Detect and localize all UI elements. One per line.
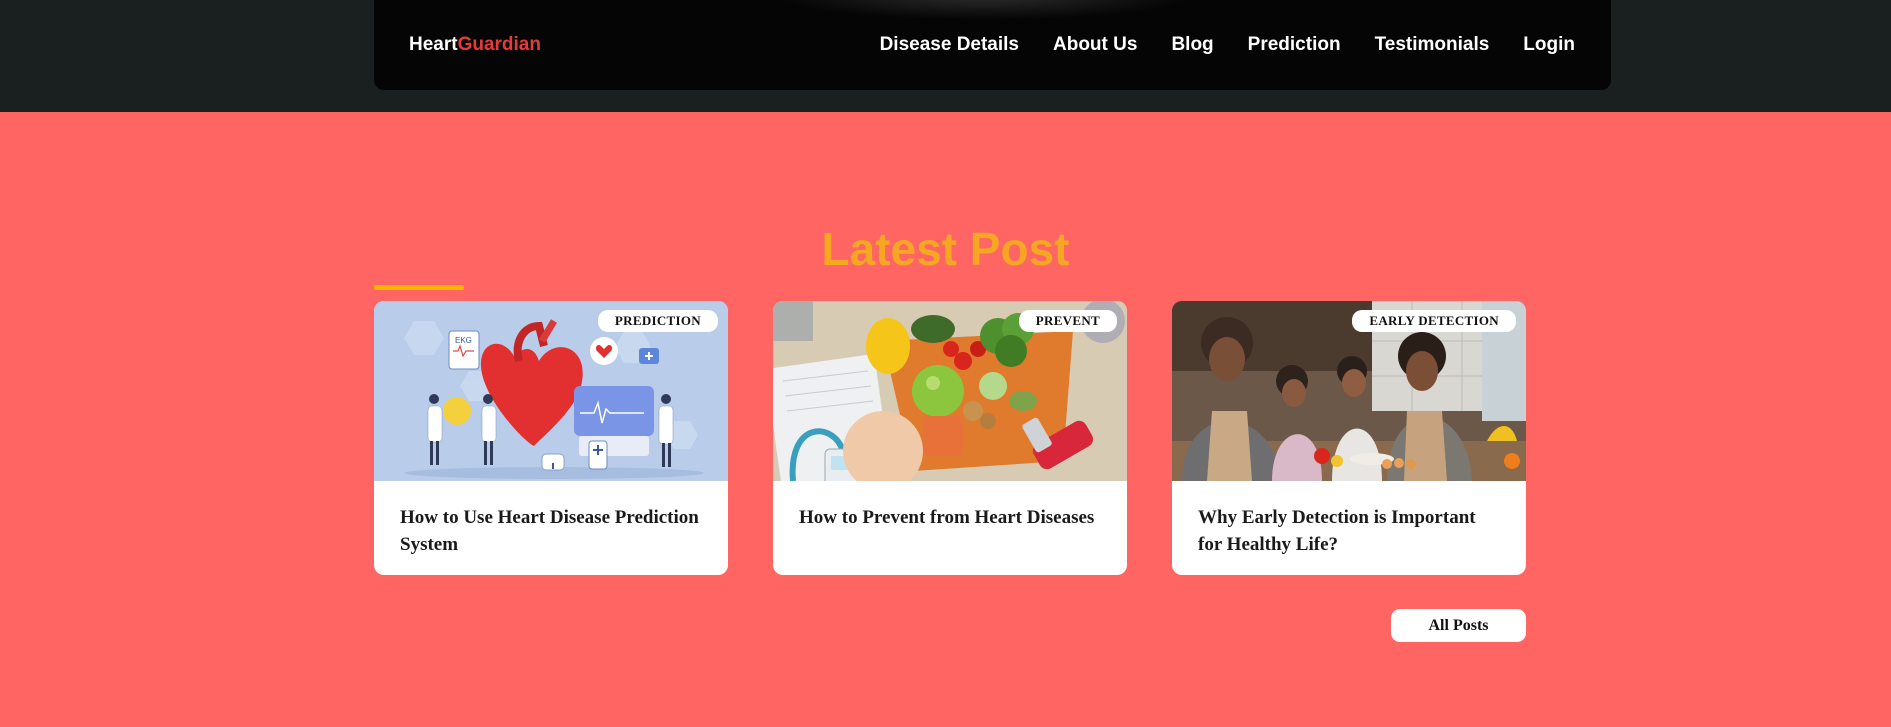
title-underline (374, 285, 464, 290)
nav-testimonials[interactable]: Testimonials (1375, 34, 1490, 56)
post-title[interactable]: Why Early Detection is Important for Hea… (1172, 481, 1526, 558)
all-posts-button[interactable]: All Posts (1391, 609, 1526, 642)
posts-list: EKG PREDICTION How to Use Heart Disease … (374, 301, 1526, 575)
nav-login[interactable]: Login (1523, 34, 1575, 56)
post-image-family-kitchen[interactable]: EARLY DETECTION (1172, 301, 1526, 481)
post-tag[interactable]: EARLY DETECTION (1352, 310, 1516, 332)
section-title: Latest Post (821, 223, 1070, 275)
brand-logo[interactable]: HeartGuardian (409, 34, 541, 56)
post-image-healthy-food[interactable]: PREVENT (773, 301, 1127, 481)
post-image-heart-illustration[interactable]: EKG PREDICTION (374, 301, 728, 481)
svg-text:EKG: EKG (455, 336, 472, 345)
brand-name-part1: Heart (409, 34, 458, 55)
nav-about-us[interactable]: About Us (1053, 34, 1137, 56)
navbar: HeartGuardian Disease Details About Us B… (374, 0, 1611, 90)
nav-prediction[interactable]: Prediction (1248, 34, 1341, 56)
post-tag[interactable]: PREDICTION (597, 310, 718, 332)
post-tag[interactable]: PREVENT (1018, 310, 1117, 332)
post-card-early-detection[interactable]: EARLY DETECTION Why Early Detection is I… (1172, 301, 1526, 575)
nav-links: Disease Details About Us Blog Prediction… (880, 34, 1575, 56)
nav-blog[interactable]: Blog (1171, 34, 1213, 56)
post-title[interactable]: How to Use Heart Disease Prediction Syst… (374, 481, 728, 558)
post-title[interactable]: How to Prevent from Heart Diseases (773, 481, 1127, 531)
post-card-prediction[interactable]: EKG PREDICTION How to Use Heart Disease … (374, 301, 728, 575)
post-card-prevent[interactable]: PREVENT How to Prevent from Heart Diseas… (773, 301, 1127, 575)
navbar-glow (774, 0, 1194, 20)
nav-disease-details[interactable]: Disease Details (880, 34, 1019, 56)
brand-name-part2: Guardian (457, 34, 541, 55)
